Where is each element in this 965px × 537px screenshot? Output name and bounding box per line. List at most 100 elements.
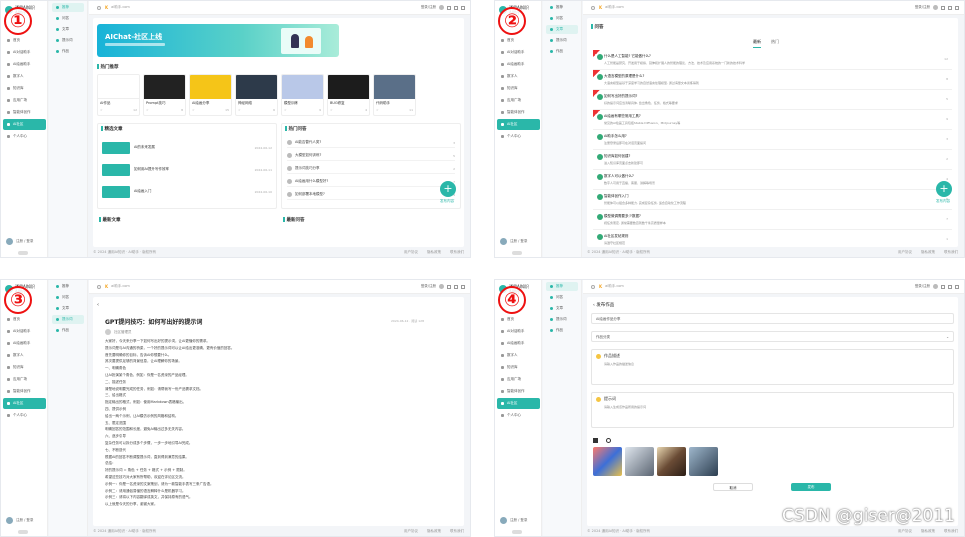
menu-item-paint[interactable]: AI绘画助手: [3, 59, 46, 70]
menu-item-chat[interactable]: AI对话助手: [3, 47, 46, 58]
tab-hot[interactable]: 热门: [771, 39, 779, 48]
menu-item-profile[interactable]: 个人中心: [3, 131, 46, 142]
menu-item-profile[interactable]: 个人中心: [497, 131, 540, 142]
submenu-qa[interactable]: 问答: [546, 14, 578, 23]
back-arrow-icon[interactable]: ‹: [97, 302, 99, 308]
submenu-articles[interactable]: 文章: [52, 25, 84, 34]
close-icon[interactable]: [955, 5, 959, 10]
prompt-textarea[interactable]: 提示词 请输入生成该作品所用的提示词: [591, 392, 954, 428]
minimize-icon[interactable]: [948, 284, 952, 289]
refresh-icon[interactable]: [97, 284, 101, 289]
collapse-toggle[interactable]: [512, 530, 522, 534]
avatar-icon[interactable]: [439, 284, 444, 289]
hot-card[interactable]: Prompt技巧 ☆ 8: [143, 74, 186, 116]
footer-link-terms[interactable]: 用户协议: [404, 529, 418, 534]
user-info[interactable]: 注册 / 登录: [500, 238, 527, 245]
submenu-works[interactable]: 作品: [546, 47, 578, 56]
thumbnail[interactable]: [657, 447, 686, 476]
submenu-works[interactable]: 作品: [52, 326, 84, 335]
list-item[interactable]: AI绘画有哪些常用工具? 常见的AI绘画工具包括Stable Diffusion、…: [593, 110, 952, 130]
close-icon[interactable]: [461, 284, 465, 289]
article-row[interactable]: AI的未来发展 2024-06-12: [102, 139, 272, 156]
menu-item-chat[interactable]: AI对话助手: [3, 326, 46, 337]
list-item[interactable]: 模型微调需要多少数据? 视任务而定, 通常需要数百到数千条高质量样本 7: [593, 210, 952, 230]
footer-link-terms[interactable]: 用户协议: [404, 250, 418, 255]
menu-item-home[interactable]: 首页: [3, 314, 46, 325]
question-row[interactable]: AI绘画用什么模型好? 7: [287, 177, 455, 187]
menu-item-paint[interactable]: AI绘画助手: [497, 338, 540, 349]
hot-card[interactable]: AI绘画分享 ☆ 15: [189, 74, 232, 116]
settings-icon[interactable]: [447, 284, 451, 289]
list-item[interactable]: 大语言模型的原理是什么? 大语言模型是基于深度学习的自然语言处理模型, 通过海量文…: [593, 70, 952, 90]
login-link[interactable]: 登录/注册: [421, 284, 436, 289]
menu-item-community[interactable]: AI社区: [497, 119, 540, 130]
list-item[interactable]: AI社区发帖规则 请遵守社区规范 1: [593, 230, 952, 247]
settings-icon[interactable]: [941, 284, 945, 289]
collapse-toggle[interactable]: [18, 251, 28, 255]
question-row[interactable]: 提示词技巧分享 2: [287, 164, 455, 174]
user-info[interactable]: 注册 / 登录: [500, 517, 527, 524]
footer-link-privacy[interactable]: 隐私政策: [921, 250, 935, 255]
cancel-button[interactable]: 取消: [713, 483, 753, 491]
upload-icon[interactable]: [606, 438, 611, 443]
list-item[interactable]: 知识库如何创建? 进入知识库页面点击新建即可 2: [593, 150, 952, 170]
hot-card[interactable]: BUG修复 ☆ 4: [327, 74, 370, 116]
menu-item-knowledge[interactable]: 知识库: [497, 83, 540, 94]
menu-item-home[interactable]: 首页: [497, 35, 540, 46]
minimize-icon[interactable]: [454, 284, 458, 289]
submenu-works[interactable]: 作品: [52, 47, 84, 56]
refresh-icon[interactable]: [591, 5, 595, 10]
tab-latest[interactable]: 最新: [753, 39, 761, 48]
settings-icon[interactable]: [447, 5, 451, 10]
thumbnail[interactable]: [689, 447, 718, 476]
title-input[interactable]: AI绘画作品分享: [591, 313, 954, 324]
menu-item-community[interactable]: AI社区: [3, 119, 46, 130]
submenu-prompts[interactable]: 提示词: [546, 315, 578, 324]
settings-icon[interactable]: [941, 5, 945, 10]
close-icon[interactable]: [461, 5, 465, 10]
submenu-prompts[interactable]: 提示词: [52, 315, 84, 324]
close-icon[interactable]: [955, 284, 959, 289]
category-select[interactable]: 作品分类 ⌄: [591, 331, 954, 342]
menu-item-agent[interactable]: 智能体创作: [3, 386, 46, 397]
footer-link-contact[interactable]: 联系我们: [450, 529, 464, 534]
submenu-qa[interactable]: 问答: [52, 293, 84, 302]
menu-item-chat[interactable]: AI对话助手: [497, 47, 540, 58]
footer-link-terms[interactable]: 用户协议: [898, 250, 912, 255]
image-icon[interactable]: [593, 438, 598, 443]
menu-item-agent[interactable]: 智能体创作: [497, 386, 540, 397]
menu-item-chat[interactable]: AI对话助手: [497, 326, 540, 337]
menu-item-agent[interactable]: 智能体创作: [3, 107, 46, 118]
user-info[interactable]: 注册 / 登录: [6, 517, 33, 524]
hot-card[interactable]: 神经网络 ☆ 6: [235, 74, 278, 116]
menu-item-knowledge[interactable]: 知识库: [3, 362, 46, 373]
submenu-recommend[interactable]: 推荐: [52, 3, 84, 12]
menu-item-home[interactable]: 首页: [3, 35, 46, 46]
avatar-icon[interactable]: [933, 284, 938, 289]
login-link[interactable]: 登录/注册: [915, 284, 930, 289]
menu-item-home[interactable]: 首页: [497, 314, 540, 325]
refresh-icon[interactable]: [97, 5, 101, 10]
footer-link-privacy[interactable]: 隐私政策: [427, 250, 441, 255]
footer-link-contact[interactable]: 联系我们: [944, 529, 958, 534]
footer-link-contact[interactable]: 联系我们: [450, 250, 464, 255]
footer-link-terms[interactable]: 用户协议: [898, 529, 912, 534]
collapse-toggle[interactable]: [18, 530, 28, 534]
menu-item-knowledge[interactable]: 知识库: [497, 362, 540, 373]
refresh-icon[interactable]: [591, 284, 595, 289]
user-info[interactable]: 注册 / 登录: [6, 238, 33, 245]
submenu-works[interactable]: 作品: [546, 326, 578, 335]
hot-card[interactable]: 模型训练 ☆ 9: [281, 74, 324, 116]
menu-item-apps[interactable]: 应用广场: [3, 374, 46, 385]
menu-item-avatar[interactable]: 数字人: [3, 350, 46, 361]
avatar-icon[interactable]: [439, 5, 444, 10]
menu-item-apps[interactable]: 应用广场: [3, 95, 46, 106]
submenu-qa[interactable]: 问答: [52, 14, 84, 23]
submenu-articles[interactable]: 文章: [546, 304, 578, 313]
submenu-recommend[interactable]: 推荐: [52, 282, 84, 291]
menu-item-avatar[interactable]: 数字人: [497, 350, 540, 361]
collapse-toggle[interactable]: [512, 251, 522, 255]
list-item[interactable]: 智能体创作入门 智能体可以组合多种能力, 完成复杂任务, 适合自动化工作流程 6: [593, 190, 952, 210]
list-item[interactable]: AI助手怎么用? 注册登录后即可在对话页面提问 3: [593, 130, 952, 150]
login-link[interactable]: 登录/注册: [915, 5, 930, 10]
